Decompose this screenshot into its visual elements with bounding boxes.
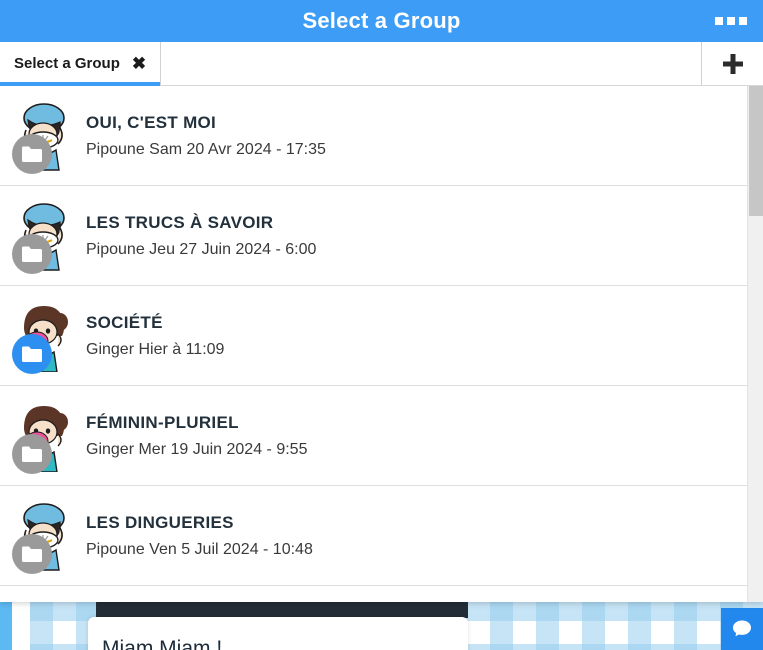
avatar (12, 500, 72, 574)
group-name: SOCIÉTÉ (86, 312, 163, 332)
tab-strip: Select a Group ✖ (0, 42, 763, 86)
list-item[interactable]: FÉMININ-PLURIEL Ginger Mer 19 Juin 2024 … (0, 386, 747, 486)
folder-icon (22, 146, 42, 162)
background-card: Miam Miam ! (88, 617, 468, 650)
status-badge (12, 133, 52, 174)
list-item-text: OUI, C'EST MOI Pipoune Sam 20 Avr 2024 -… (86, 113, 326, 159)
plus-icon (720, 51, 746, 77)
window-titlebar: Select a Group (0, 0, 763, 42)
group-meta: Pipoune Jeu 27 Juin 2024 - 6:00 (86, 240, 317, 258)
list-item[interactable]: LES TRUCS À SAVOIR Pipoune Jeu 27 Juin 2… (0, 186, 747, 286)
window-title: Select a Group (302, 8, 461, 33)
status-badge (12, 533, 52, 574)
status-badge (12, 233, 52, 274)
list-item-text: LES TRUCS À SAVOIR Pipoune Jeu 27 Juin 2… (86, 213, 316, 259)
avatar (12, 100, 72, 174)
group-meta: Ginger Mer 19 Juin 2024 - 9:55 (86, 440, 308, 458)
group-name: OUI, C'EST MOI (86, 112, 217, 132)
folder-icon (22, 246, 42, 262)
list-item-text: FÉMININ-PLURIEL Ginger Mer 19 Juin 2024 … (86, 413, 307, 459)
avatar (12, 400, 72, 474)
chat-bubble-icon (730, 617, 754, 641)
status-badge (12, 433, 52, 474)
avatar (12, 300, 72, 374)
list-item[interactable]: OUI, C'EST MOI Pipoune Sam 20 Avr 2024 -… (0, 86, 747, 186)
group-meta: Pipoune Ven 5 Juil 2024 - 10:48 (86, 540, 313, 558)
select-group-window: Select a Group Select a Group ✖ OUI, C'E… (0, 0, 763, 602)
background-dark-bar (96, 600, 468, 618)
list-item-text: LES DINGUERIES Pipoune Ven 5 Juil 2024 -… (86, 513, 313, 559)
folder-icon (22, 346, 42, 362)
tab-label: Select a Group (14, 55, 120, 72)
group-list-container: OUI, C'EST MOI Pipoune Sam 20 Avr 2024 -… (0, 86, 763, 602)
group-list: OUI, C'EST MOI Pipoune Sam 20 Avr 2024 -… (0, 86, 747, 602)
tab-strip-empty-area (161, 42, 701, 85)
list-item-text: SOCIÉTÉ Ginger Hier à 11:09 (86, 313, 224, 359)
folder-icon (22, 446, 42, 462)
scrollbar-thumb[interactable] (749, 86, 763, 216)
ellipsis-icon[interactable] (713, 11, 749, 31)
status-badge (12, 333, 52, 374)
app-root: Miam Miam ! Select a Group Select a Grou… (0, 0, 763, 650)
background-card-title: Miam Miam ! (102, 637, 223, 650)
add-tab-button[interactable] (701, 42, 763, 85)
group-meta: Ginger Hier à 11:09 (86, 340, 225, 358)
close-icon[interactable]: ✖ (132, 55, 146, 72)
group-name: LES DINGUERIES (86, 512, 234, 532)
list-item[interactable]: SOCIÉTÉ Ginger Hier à 11:09 (0, 286, 747, 386)
tab-select-a-group[interactable]: Select a Group ✖ (0, 42, 162, 86)
list-empty-row (0, 586, 747, 602)
folder-icon (22, 546, 42, 562)
chat-bubble-button[interactable] (721, 608, 763, 650)
group-name: FÉMININ-PLURIEL (86, 412, 239, 432)
group-meta: Pipoune Sam 20 Avr 2024 - 17:35 (86, 140, 326, 158)
group-name: LES TRUCS À SAVOIR (86, 212, 274, 232)
list-item[interactable]: LES DINGUERIES Pipoune Ven 5 Juil 2024 -… (0, 486, 747, 586)
avatar (12, 200, 72, 274)
list-scrollbar[interactable] (747, 86, 763, 602)
